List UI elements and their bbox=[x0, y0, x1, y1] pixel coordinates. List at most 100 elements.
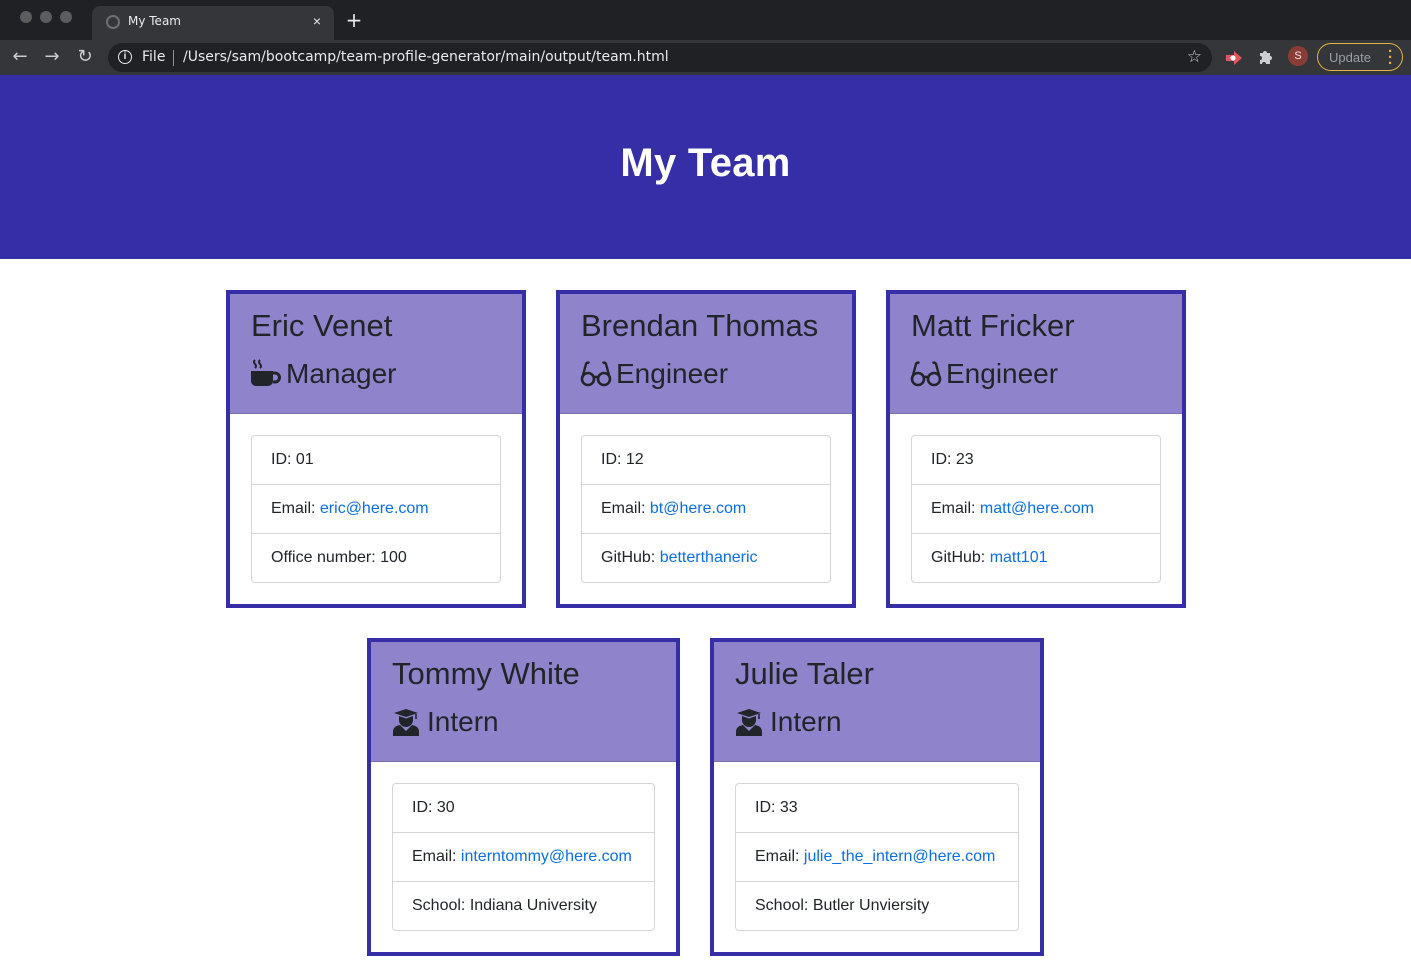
employee-email-row: Email: bt@here.com bbox=[582, 484, 830, 533]
github-row: GitHub: matt101 bbox=[912, 533, 1160, 582]
employee-role-row: Engineer bbox=[910, 358, 1058, 390]
email-link[interactable]: interntommy@here.com bbox=[461, 848, 632, 865]
employee-name: Julie Taler bbox=[735, 656, 875, 691]
employee-id-row: ID: 30 bbox=[393, 784, 654, 833]
employee-id: 33 bbox=[779, 799, 798, 816]
browser-tab[interactable]: My Team × bbox=[92, 6, 334, 40]
github-label: GitHub: bbox=[601, 549, 660, 566]
info-icon[interactable]: i bbox=[118, 50, 132, 64]
close-window-button[interactable] bbox=[20, 11, 32, 23]
school-row: School: Indiana University bbox=[393, 881, 654, 930]
employee-id-row: ID: 33 bbox=[736, 784, 1018, 833]
github-link[interactable]: matt101 bbox=[990, 549, 1048, 566]
employee-id-row: ID: 12 bbox=[582, 436, 830, 485]
back-arrow-icon[interactable]: ← bbox=[8, 45, 32, 69]
update-button[interactable]: Update · · · bbox=[1317, 43, 1403, 71]
email-label: Email: bbox=[412, 848, 461, 865]
email-label: Email: bbox=[271, 500, 320, 517]
school-name: Indiana University bbox=[469, 897, 597, 914]
info-list: ID: 33 Email: julie_the_intern@here.com … bbox=[735, 783, 1019, 931]
employee-id: 12 bbox=[625, 451, 644, 468]
email-label: Email: bbox=[601, 500, 650, 517]
file-scheme-label: File bbox=[142, 49, 166, 65]
zoom-window-button[interactable] bbox=[60, 11, 72, 23]
employee-role: Engineer bbox=[616, 358, 729, 389]
employee-id: 23 bbox=[955, 451, 974, 468]
card-header: Matt Fricker Engineer bbox=[890, 294, 1182, 414]
employee-id: 01 bbox=[295, 451, 314, 468]
browser-tabstrip: My Team × + bbox=[0, 0, 1411, 40]
employee-card: Brendan Thomas Engineer ID: 12 Email: bt… bbox=[556, 290, 856, 608]
info-list: ID: 12 Email: bt@here.com GitHub: better… bbox=[581, 435, 831, 583]
address-bar[interactable]: i File /Users/sam/bootcamp/team-profile-… bbox=[108, 43, 1212, 72]
new-tab-button[interactable]: + bbox=[344, 10, 364, 30]
email-link[interactable]: eric@here.com bbox=[320, 500, 429, 517]
employee-email-row: Email: interntommy@here.com bbox=[393, 832, 654, 881]
glasses-icon bbox=[580, 359, 612, 389]
email-link[interactable]: bt@here.com bbox=[650, 500, 746, 517]
forward-arrow-icon[interactable]: → bbox=[40, 45, 64, 69]
employee-id-row: ID: 23 bbox=[912, 436, 1160, 485]
id-label: ID: bbox=[412, 799, 437, 816]
id-label: ID: bbox=[931, 451, 956, 468]
employee-card: Tommy White Intern ID: 30 Email: internt… bbox=[367, 638, 680, 956]
id-label: ID: bbox=[601, 451, 626, 468]
school-label: School: bbox=[412, 897, 470, 914]
office-number: 100 bbox=[380, 549, 407, 566]
graduate-icon bbox=[391, 707, 423, 737]
office-number-row: Office number: 100 bbox=[252, 533, 500, 582]
employee-role: Manager bbox=[286, 358, 397, 389]
browser-toolbar: ← → ↻ i File /Users/sam/bootcamp/team-pr… bbox=[0, 40, 1411, 75]
employee-id-row: ID: 01 bbox=[252, 436, 500, 485]
employee-name: Brendan Thomas bbox=[581, 308, 819, 343]
employee-role: Engineer bbox=[946, 358, 1059, 389]
employee-name: Tommy White bbox=[392, 656, 580, 691]
employee-card: Eric Venet Manager ID: 01 Email: eric@he… bbox=[226, 290, 526, 608]
star-icon[interactable]: ☆ bbox=[1187, 47, 1202, 67]
employee-card: Matt Fricker Engineer ID: 23 Email: matt… bbox=[886, 290, 1186, 608]
card-header: Brendan Thomas Engineer bbox=[560, 294, 852, 414]
email-label: Email: bbox=[931, 500, 980, 517]
id-label: ID: bbox=[271, 451, 296, 468]
kebab-menu-icon[interactable]: · · · bbox=[1388, 44, 1393, 71]
card-header: Tommy White Intern bbox=[371, 642, 676, 762]
tab-title: My Team bbox=[128, 14, 181, 28]
graduate-icon bbox=[734, 707, 766, 737]
employee-role-row: Manager bbox=[250, 358, 397, 390]
school-row: School: Butler Unviersity bbox=[736, 881, 1018, 930]
github-row: GitHub: betterthaneric bbox=[582, 533, 830, 582]
office-number-label: Office number: bbox=[271, 549, 381, 566]
minimize-window-button[interactable] bbox=[40, 11, 52, 23]
id-label: ID: bbox=[755, 799, 780, 816]
extension-icon[interactable] bbox=[1224, 48, 1244, 68]
url-text[interactable]: /Users/sam/bootcamp/team-profile-generat… bbox=[183, 49, 669, 65]
reload-icon[interactable]: ↻ bbox=[73, 45, 97, 69]
tab-close-icon[interactable]: × bbox=[308, 12, 326, 30]
employee-role-row: Engineer bbox=[580, 358, 728, 390]
info-list: ID: 30 Email: interntommy@here.com Schoo… bbox=[392, 783, 655, 931]
email-link[interactable]: julie_the_intern@here.com bbox=[804, 848, 995, 865]
glasses-icon bbox=[910, 359, 942, 389]
info-list: ID: 23 Email: matt@here.com GitHub: matt… bbox=[911, 435, 1161, 583]
employee-email-row: Email: julie_the_intern@here.com bbox=[736, 832, 1018, 881]
profile-avatar[interactable]: S bbox=[1288, 46, 1308, 66]
update-label: Update bbox=[1329, 50, 1371, 65]
page-header: My Team bbox=[0, 75, 1411, 259]
employee-role-row: Intern bbox=[391, 706, 499, 738]
employee-role: Intern bbox=[770, 706, 842, 737]
email-link[interactable]: matt@here.com bbox=[980, 500, 1094, 517]
puzzle-icon[interactable] bbox=[1256, 48, 1276, 68]
page-title: My Team bbox=[620, 141, 791, 185]
omnibox-divider bbox=[173, 50, 174, 66]
info-list: ID: 01 Email: eric@here.com Office numbe… bbox=[251, 435, 501, 583]
coffee-mug-icon bbox=[250, 359, 282, 389]
employee-email-row: Email: matt@here.com bbox=[912, 484, 1160, 533]
employee-role: Intern bbox=[427, 706, 499, 737]
card-header: Eric Venet Manager bbox=[230, 294, 522, 414]
employee-card: Julie Taler Intern ID: 33 Email: julie_t… bbox=[710, 638, 1044, 956]
school-label: School: bbox=[755, 897, 813, 914]
employee-email-row: Email: eric@here.com bbox=[252, 484, 500, 533]
github-link[interactable]: betterthaneric bbox=[660, 549, 758, 566]
globe-icon bbox=[106, 15, 120, 29]
employee-name: Matt Fricker bbox=[911, 308, 1075, 343]
